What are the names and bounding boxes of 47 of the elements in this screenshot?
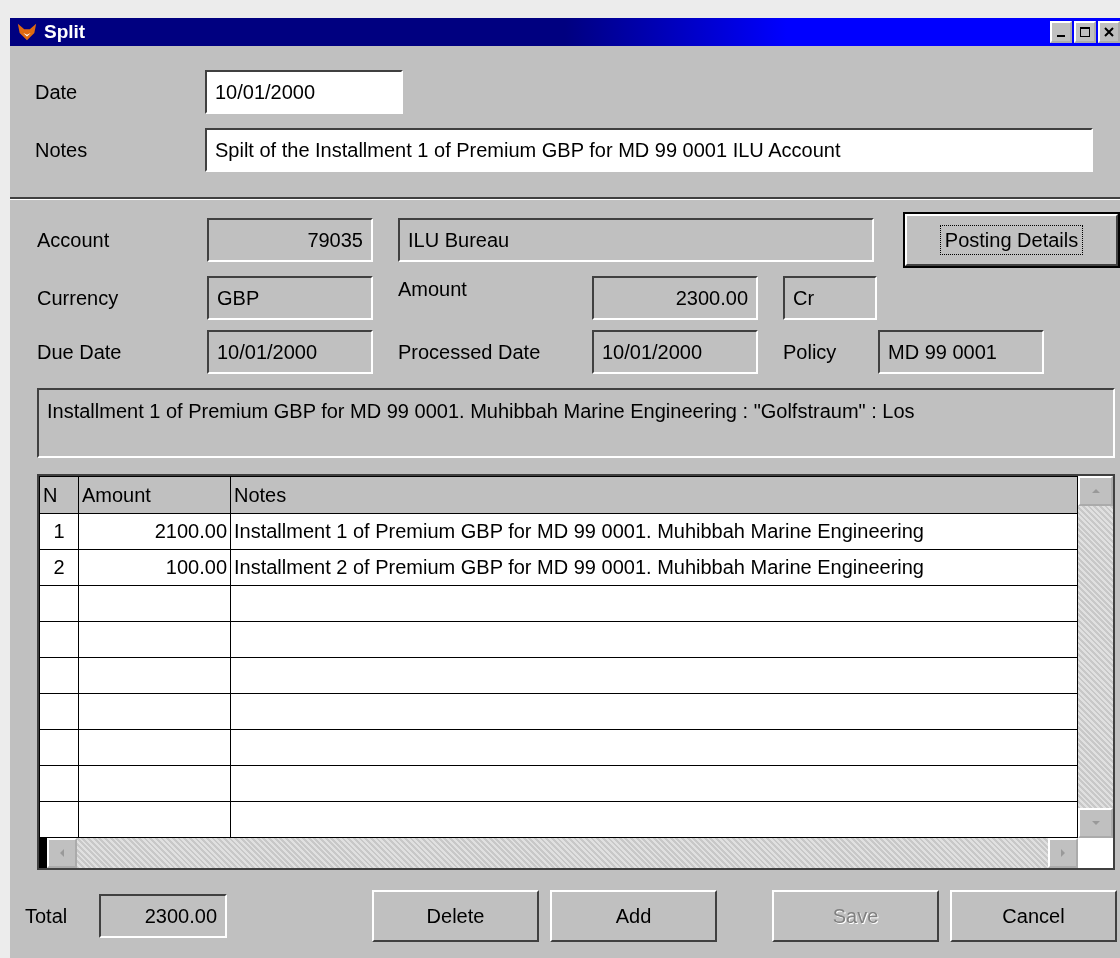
account-number-field[interactable]: 79035 — [207, 218, 373, 262]
column-header[interactable]: Notes — [230, 476, 1078, 514]
currency-field[interactable]: GBP — [207, 276, 373, 320]
date-field[interactable]: 10/01/2000 — [205, 70, 403, 114]
vertical-scrollbar[interactable] — [1078, 476, 1113, 838]
table-cell: 100.00 — [78, 549, 231, 586]
close-button[interactable] — [1098, 21, 1120, 43]
table-cell: Installment 1 of Premium GBP for MD 99 0001. Muhibbah Marine Engineering — [230, 513, 1078, 550]
column-header[interactable]: Amount — [78, 476, 231, 514]
dialog-button[interactable]: Add — [550, 890, 717, 942]
field-label: Policy — [783, 340, 838, 364]
window-title: Split — [44, 21, 86, 43]
notes-field[interactable]: Spilt of the Installment 1 of Premium GBP for MD 99 0001 ILU Account — [205, 128, 1093, 172]
account-name-field[interactable]: ILU Bureau — [398, 218, 874, 262]
horizontal-scrollbar[interactable] — [39, 838, 1078, 868]
due-date-field[interactable]: 10/01/2000 — [207, 330, 373, 374]
field-label: Total — [25, 904, 69, 928]
minimize-icon — [1057, 35, 1065, 37]
field-label: Due Date — [37, 340, 123, 364]
policy-field[interactable]: MD 99 0001 — [878, 330, 1044, 374]
right-arrow-icon — [1058, 848, 1068, 858]
dialog-button[interactable]: Delete — [372, 890, 539, 942]
fox-icon — [16, 21, 38, 43]
maximize-icon — [1079, 26, 1091, 38]
field-label: Notes — [35, 138, 89, 162]
table-cell: 1 — [39, 513, 79, 550]
total-field[interactable]: 2300.00 — [99, 894, 227, 938]
field-label: Amount — [398, 278, 468, 301]
credit-debit-field[interactable]: Cr — [783, 276, 877, 320]
close-icon — [1103, 26, 1115, 38]
dialog-button[interactable]: Cancel — [950, 890, 1117, 942]
table-cell: Installment 2 of Premium GBP for MD 99 0001. Muhibbah Marine Engineering — [230, 549, 1078, 586]
column-header[interactable]: N — [39, 476, 79, 514]
down-arrow-icon — [1090, 818, 1101, 828]
posting-details-button[interactable]: Posting Details — [905, 214, 1118, 266]
table-cell: 2100.00 — [78, 513, 231, 550]
description-field[interactable]: Installment 1 of Premium GBP for MD 99 0001. Muhibbah Marine Engineering : "Golfstraum" : Los — [37, 388, 1115, 458]
field-label: Currency — [37, 286, 120, 310]
amount-field[interactable]: 2300.00 — [592, 276, 758, 320]
field-label: Processed Date — [398, 340, 542, 364]
field-label: Account — [37, 228, 111, 252]
maximize-button[interactable] — [1074, 21, 1096, 43]
processed-date-field[interactable]: 10/01/2000 — [592, 330, 758, 374]
up-arrow-icon — [1090, 486, 1101, 496]
table-cell: 2 — [39, 549, 79, 586]
field-label: Date — [35, 80, 79, 104]
minimize-button[interactable] — [1050, 21, 1072, 43]
